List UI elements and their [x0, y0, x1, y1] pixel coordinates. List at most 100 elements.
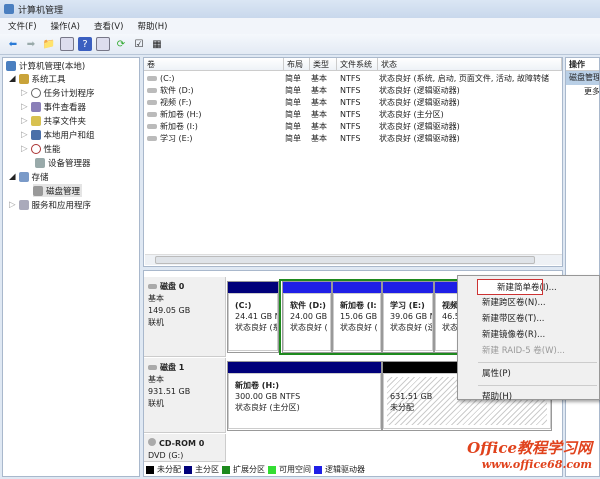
- collapsed-arrow-icon[interactable]: ▷: [21, 144, 28, 154]
- tools-icon: [18, 73, 29, 84]
- disk-1-label[interactable]: 磁盘 1 基本 931.51 GB 联机: [144, 358, 226, 433]
- column-header-filesystem[interactable]: 文件系统: [337, 58, 378, 71]
- column-header-volume[interactable]: 卷: [144, 58, 284, 71]
- table-cell: 基本: [311, 122, 327, 131]
- tree-item-disk-management[interactable]: 磁盘管理: [33, 184, 83, 197]
- table-row[interactable]: 新加卷 (H:) 简单 基本 NTFS 状态良好 (主分区): [144, 109, 562, 121]
- actions-more[interactable]: 更多操作: [566, 85, 599, 99]
- table-cell: 状态良好 (逻辑驱动器): [379, 134, 460, 143]
- tree-item-shared-folders[interactable]: ▷ 共享文件夹: [21, 114, 86, 127]
- menu-item-new-spanned-volume[interactable]: 新建跨区卷(N)...: [460, 295, 597, 311]
- computer-icon: [6, 60, 16, 71]
- table-cell: NTFS: [340, 98, 361, 107]
- partition-i[interactable]: 新加卷 (I: 15.06 GB 状态良好 (: [332, 281, 382, 353]
- tree-item-storage[interactable]: ◢ 存储: [9, 170, 49, 183]
- volume-icon: [147, 112, 157, 117]
- menu-action[interactable]: 操作(A): [51, 20, 80, 32]
- device-manager-icon: [35, 157, 45, 168]
- legend-swatch-free: [268, 465, 276, 474]
- properties-icon[interactable]: ☑: [132, 37, 146, 51]
- clock-icon: [30, 87, 41, 98]
- table-cell: 新加卷 (I:): [160, 122, 198, 131]
- legend-swatch-extended: [222, 465, 230, 474]
- partition-e[interactable]: 学习 (E:) 39.06 GB N 状态良好 (逻: [382, 281, 434, 353]
- collapsed-arrow-icon[interactable]: ▷: [21, 130, 28, 140]
- title-bar: 计算机管理: [0, 0, 600, 18]
- legend-swatch-logical: [314, 465, 322, 474]
- column-header-type[interactable]: 类型: [310, 58, 337, 71]
- table-cell: 状态良好 (逻辑驱动器): [379, 122, 460, 131]
- horizontal-scrollbar[interactable]: [145, 254, 562, 265]
- tree-item-device-manager[interactable]: 设备管理器: [35, 156, 91, 169]
- column-header-status[interactable]: 状态: [378, 58, 562, 71]
- disk-0-label[interactable]: 磁盘 0 基本 149.05 GB 联机: [144, 277, 226, 357]
- table-cell: 学习 (E:): [160, 134, 193, 143]
- up-folder-icon[interactable]: 📁: [42, 37, 56, 51]
- settings-icon[interactable]: ▦: [150, 37, 164, 51]
- menu-separator: [478, 362, 597, 363]
- tree-item-system-tools[interactable]: ◢ 系统工具: [9, 72, 66, 85]
- back-icon[interactable]: ⬅: [6, 37, 20, 51]
- tree-item-services-apps[interactable]: ▷ 服务和应用程序: [9, 198, 91, 211]
- menu-file[interactable]: 文件(F): [8, 20, 37, 32]
- table-cell: NTFS: [340, 122, 361, 131]
- menu-help[interactable]: 帮助(H): [137, 20, 167, 32]
- cdrom-0-label[interactable]: CD-ROM 0 DVD (G:): [144, 434, 226, 462]
- partition-c[interactable]: (C:) 24.41 GB N 状态良好 (系: [227, 281, 279, 353]
- collapsed-arrow-icon[interactable]: ▷: [9, 200, 16, 210]
- menu-view[interactable]: 查看(V): [94, 20, 123, 32]
- forward-icon[interactable]: ➡: [24, 37, 38, 51]
- table-cell: 基本: [311, 134, 327, 143]
- actions-pane: 操作 磁盘管理 更多操作: [565, 57, 600, 477]
- partition-d[interactable]: 软件 (D:) 24.00 GB 状态良好 (: [282, 281, 332, 353]
- show-action-pane-icon[interactable]: [96, 37, 110, 51]
- table-cell: 状态良好 (逻辑驱动器): [379, 86, 460, 95]
- volume-icon: [147, 76, 157, 81]
- legend-swatch-primary: [184, 465, 192, 474]
- help-icon[interactable]: ?: [78, 37, 92, 51]
- table-cell: 视频 (F:): [160, 98, 192, 107]
- menu-item-new-mirrored-volume[interactable]: 新建镜像卷(R)...: [460, 327, 597, 343]
- volume-list: 卷 布局 类型 文件系统 状态 (C:) 简单 基本 NTFS 状态良好 (系统, 启动…: [143, 57, 563, 267]
- column-header-layout[interactable]: 布局: [284, 58, 310, 71]
- volume-icon: [147, 136, 157, 141]
- menu-item-help[interactable]: 帮助(H): [460, 389, 597, 405]
- table-row[interactable]: 视频 (F:) 简单 基本 NTFS 状态良好 (逻辑驱动器): [144, 97, 562, 109]
- expanded-arrow-icon[interactable]: ◢: [9, 74, 16, 84]
- context-menu: 新建简单卷(I)... 新建跨区卷(N)... 新建带区卷(T)... 新建镜像…: [457, 275, 600, 402]
- table-cell: 基本: [311, 86, 327, 95]
- menu-item-properties[interactable]: 属性(P): [460, 366, 597, 382]
- table-row[interactable]: 软件 (D:) 简单 基本 NTFS 状态良好 (逻辑驱动器): [144, 85, 562, 97]
- collapsed-arrow-icon[interactable]: ▷: [21, 116, 28, 126]
- table-row[interactable]: 新加卷 (I:) 简单 基本 NTFS 状态良好 (逻辑驱动器): [144, 121, 562, 133]
- table-row[interactable]: (C:) 简单 基本 NTFS 状态良好 (系统, 启动, 页面文件, 活动, 故障转储: [144, 73, 562, 85]
- services-icon: [18, 199, 29, 210]
- tree-item-task-scheduler[interactable]: ▷ 任务计划程序: [21, 86, 95, 99]
- collapsed-arrow-icon[interactable]: ▷: [21, 88, 28, 98]
- expanded-arrow-icon[interactable]: ◢: [9, 172, 16, 182]
- partition-h[interactable]: 新加卷 (H:) 300.00 GB NTFS 状态良好 (主分区): [227, 361, 382, 431]
- show-tree-icon[interactable]: [60, 37, 74, 51]
- collapsed-arrow-icon[interactable]: ▷: [21, 102, 28, 112]
- tree-item-computer-management[interactable]: 计算机管理(本地): [6, 59, 85, 72]
- table-cell: NTFS: [340, 110, 361, 119]
- table-cell: 状态良好 (系统, 启动, 页面文件, 活动, 故障转储: [379, 74, 550, 83]
- tree-item-event-viewer[interactable]: ▷ 事件查看器: [21, 100, 86, 113]
- actions-title: 操作: [566, 58, 599, 71]
- tree-item-local-users[interactable]: ▷ 本地用户和组: [21, 128, 95, 141]
- table-cell: 简单: [285, 98, 301, 107]
- actions-disk-management[interactable]: 磁盘管理: [566, 71, 599, 85]
- performance-icon: [30, 143, 41, 154]
- table-cell: 状态良好 (逻辑驱动器): [379, 98, 460, 107]
- disk-icon: [148, 284, 157, 289]
- menu-item-new-simple-volume[interactable]: 新建简单卷(I)...: [477, 279, 557, 295]
- refresh-icon[interactable]: ⟳: [114, 37, 128, 51]
- menu-item-new-striped-volume[interactable]: 新建带区卷(T)...: [460, 311, 597, 327]
- table-cell: 新加卷 (H:): [160, 110, 202, 119]
- tree-item-performance[interactable]: ▷ 性能: [21, 142, 61, 155]
- disk-icon: [33, 185, 43, 196]
- scrollbar-thumb[interactable]: [155, 256, 535, 264]
- event-viewer-icon: [30, 101, 41, 112]
- menu-separator: [478, 385, 597, 386]
- table-row[interactable]: 学习 (E:) 简单 基本 NTFS 状态良好 (逻辑驱动器): [144, 133, 562, 145]
